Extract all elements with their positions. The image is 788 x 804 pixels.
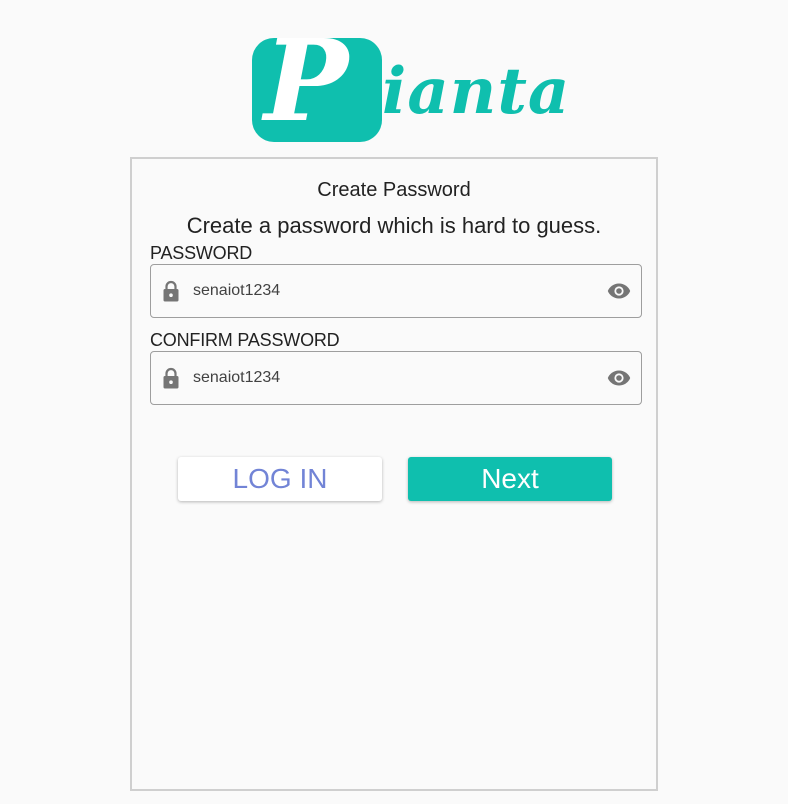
card-subtitle: Create a password which is hard to guess… bbox=[186, 213, 602, 238]
eye-icon[interactable] bbox=[607, 369, 631, 387]
lock-icon bbox=[163, 280, 179, 302]
password-input[interactable] bbox=[193, 277, 593, 305]
password-label: PASSWORD bbox=[150, 243, 253, 263]
confirm-password-label: CONFIRM PASSWORD bbox=[150, 330, 340, 350]
lock-icon bbox=[163, 367, 179, 389]
create-password-card: Create Password Create a password which … bbox=[130, 157, 658, 791]
logo-wordmark: ianta bbox=[382, 54, 571, 129]
logo-initial: P bbox=[264, 16, 349, 147]
password-field bbox=[150, 264, 642, 318]
logo-tile: P bbox=[252, 26, 382, 142]
next-button[interactable]: Next bbox=[408, 457, 612, 501]
app-logo: P ianta bbox=[252, 26, 569, 142]
confirm-password-field bbox=[150, 351, 642, 405]
eye-icon[interactable] bbox=[607, 282, 631, 300]
card-title: Create Password bbox=[317, 179, 471, 201]
confirm-password-input[interactable] bbox=[193, 364, 593, 392]
login-button[interactable]: LOG IN bbox=[178, 457, 382, 501]
